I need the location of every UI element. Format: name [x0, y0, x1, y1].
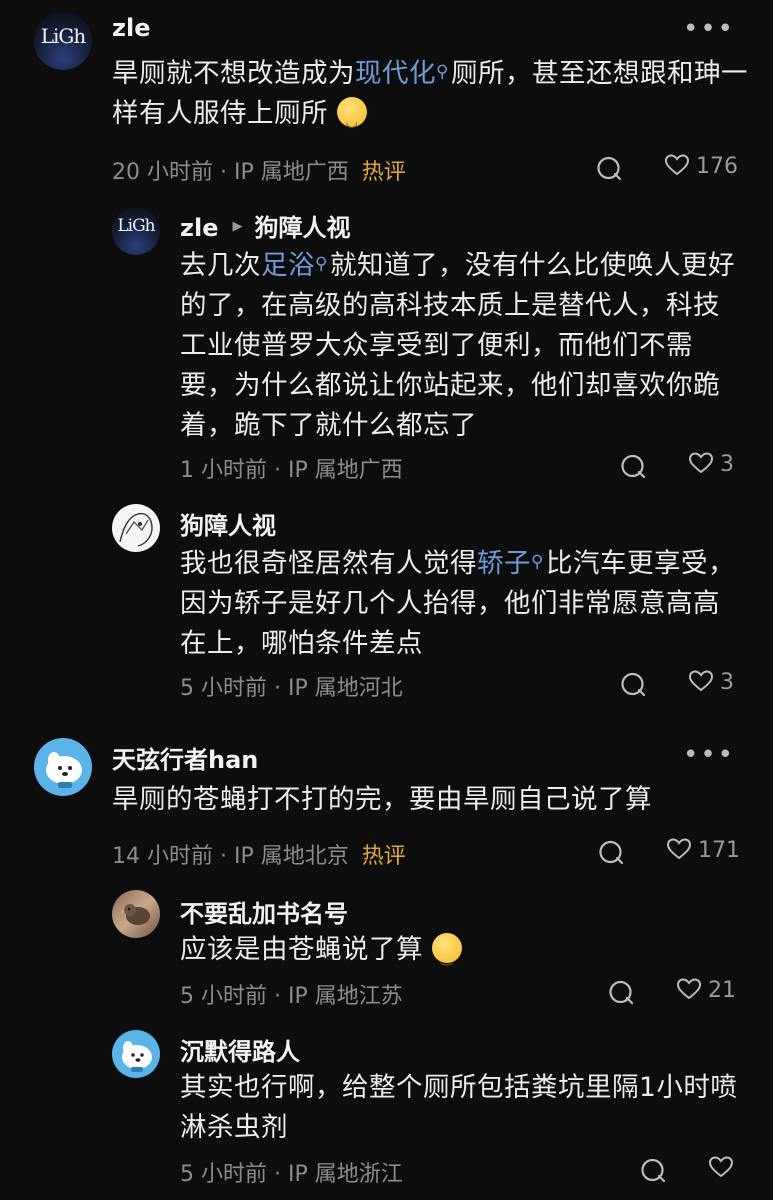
reply-author: zle ▶ 狗障人视: [180, 208, 350, 243]
heart-icon: [666, 838, 692, 860]
reply-icon[interactable]: [620, 672, 646, 698]
comment-time: 5 小时前: [180, 676, 267, 701]
heart-icon: [676, 978, 702, 1000]
more-options-icon[interactable]: •••: [683, 742, 735, 768]
like-button[interactable]: 21: [676, 978, 736, 1003]
reply-icon[interactable]: [620, 454, 646, 480]
comment-author[interactable]: 不要乱加书名号: [180, 894, 348, 929]
comment-text: 其实也行啊，给整个厕所包括粪坑里隔1小时喷淋杀虫剂: [180, 1072, 738, 1143]
avatar[interactable]: LiGh: [34, 12, 92, 70]
search-mini-icon: ⚲: [436, 62, 449, 82]
comment-meta: 5 小时前 · IP 属地浙江: [180, 1156, 403, 1188]
avatar[interactable]: [112, 890, 160, 938]
heart-icon: [688, 452, 714, 474]
comment-location: IP 属地北京: [234, 844, 349, 869]
dog-avatar-icon: [46, 752, 82, 788]
reply-icon[interactable]: [640, 1158, 666, 1184]
like-count: 3: [720, 670, 734, 695]
like-button[interactable]: 176: [664, 154, 738, 179]
comment-time: 14 小时前: [112, 844, 213, 869]
avatar[interactable]: [112, 1030, 160, 1078]
crying-laughing-emoji-icon: ◡: [336, 96, 367, 130]
like-button[interactable]: 3: [688, 452, 734, 477]
hot-comment-badge: 热评: [361, 160, 406, 185]
comment-author[interactable]: zle: [112, 14, 150, 42]
meta-separator: ·: [220, 844, 227, 869]
heart-icon: [664, 154, 690, 176]
comment-text: 旱厕的苍蝇打不打的完，要由旱厕自己说了算: [112, 784, 652, 815]
reply-arrow-icon: ▶: [232, 218, 243, 234]
sketch-avatar-icon: [119, 512, 153, 547]
avatar[interactable]: [112, 504, 160, 552]
meta-separator: ·: [274, 984, 281, 1009]
text-segment: 去几次: [180, 250, 261, 281]
search-mini-icon: ⚲: [531, 552, 544, 572]
comment-author[interactable]: 沉默得路人: [180, 1032, 300, 1067]
comment-author[interactable]: 天弦行者han: [112, 740, 258, 775]
meta-separator: ·: [274, 676, 281, 701]
comment-location: IP 属地浙江: [288, 1162, 403, 1187]
comment-location: IP 属地江苏: [288, 984, 403, 1009]
more-options-icon[interactable]: •••: [683, 16, 735, 42]
hot-comment-badge: 热评: [361, 844, 406, 869]
like-count: 21: [708, 978, 736, 1003]
like-button[interactable]: [708, 1156, 740, 1181]
bird-avatar-icon: [120, 904, 150, 925]
comment-meta: 1 小时前 · IP 属地广西: [180, 452, 403, 484]
avatar[interactable]: [34, 738, 92, 796]
meta-separator: ·: [220, 160, 227, 185]
dog-avatar-icon: [122, 1041, 152, 1072]
keyword-link[interactable]: 足浴: [261, 250, 315, 281]
search-mini-icon: ⚲: [315, 254, 328, 274]
reply-to-user[interactable]: 狗障人视: [254, 214, 350, 242]
reply-icon[interactable]: [596, 156, 622, 182]
comment-author[interactable]: zle: [180, 214, 218, 242]
reply-icon[interactable]: [598, 840, 624, 866]
comment-meta: 5 小时前 · IP 属地河北: [180, 670, 403, 702]
comment-text: 旱厕就不想改造成为现代化⚲厕所，甚至还想跟和珅一样有人服侍上厕所 ◡: [112, 54, 752, 134]
avatar-text: LiGh: [40, 24, 87, 48]
comment-text: 应该是由苍蝇说了算 ‿: [180, 930, 740, 970]
comment-time: 5 小时前: [180, 1162, 267, 1187]
comment-location: IP 属地河北: [288, 676, 403, 701]
keyword-link[interactable]: 轿子: [477, 548, 531, 579]
text-segment: 旱厕就不想改造成为: [112, 58, 355, 89]
like-button[interactable]: 171: [666, 838, 740, 863]
comment-time: 5 小时前: [180, 984, 267, 1009]
keyword-link[interactable]: 现代化: [355, 58, 436, 89]
comment-author[interactable]: 狗障人视: [180, 506, 276, 541]
heart-icon: [688, 670, 714, 692]
text-segment: 应该是由苍蝇说了算: [180, 934, 423, 965]
comment-time: 20 小时前: [112, 160, 213, 185]
avatar-text: LiGh: [117, 216, 155, 236]
text-segment: 我也很奇怪居然有人觉得: [180, 548, 477, 579]
comment-time: 1 小时前: [180, 458, 267, 483]
comment-meta: 5 小时前 · IP 属地江苏: [180, 978, 403, 1010]
meta-separator: ·: [274, 1162, 281, 1187]
comment-text: 去几次足浴⚲就知道了，没有什么比使唤人更好的了，在高级的高科技本质上是替代人，科…: [180, 246, 740, 446]
comment-location: IP 属地广西: [234, 160, 349, 185]
heart-icon: [708, 1156, 734, 1178]
meta-separator: ·: [274, 458, 281, 483]
relieved-face-emoji-icon: ‿: [431, 932, 462, 966]
comment-meta: 14 小时前 · IP 属地北京 热评: [112, 838, 406, 870]
comment-text: 我也很奇怪居然有人觉得轿子⚲比汽车更享受，因为轿子是好几个人抬得，他们非常愿意高…: [180, 544, 740, 664]
like-count: 3: [720, 452, 734, 477]
reply-icon[interactable]: [608, 980, 634, 1006]
comment-meta: 20 小时前 · IP 属地广西 热评: [112, 154, 406, 186]
comment-location: IP 属地广西: [288, 458, 403, 483]
avatar[interactable]: LiGh: [112, 207, 160, 255]
like-count: 176: [696, 154, 738, 179]
like-button[interactable]: 3: [688, 670, 734, 695]
like-count: 171: [698, 838, 740, 863]
